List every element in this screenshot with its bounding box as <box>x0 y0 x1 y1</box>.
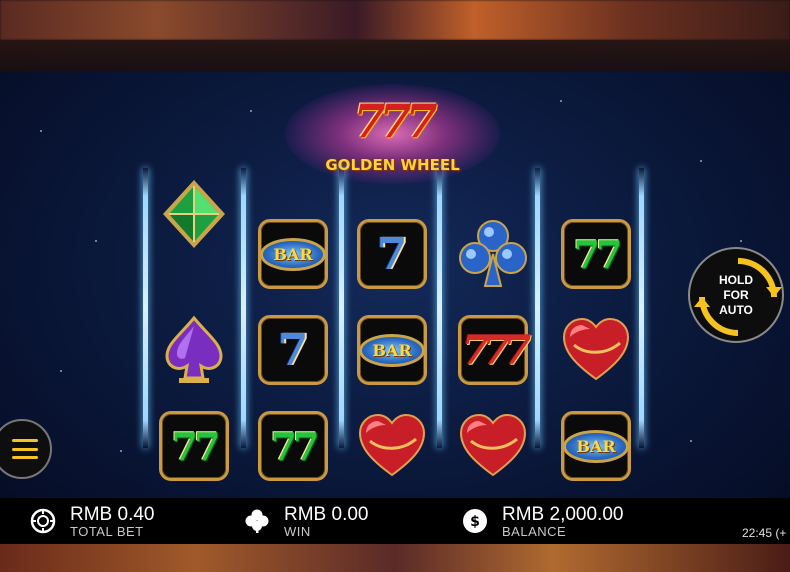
blue-7-text: 7 <box>376 228 408 280</box>
total-bet-display[interactable]: RMB 0.40 TOTAL BET <box>30 498 154 544</box>
total-bet-label: TOTAL BET <box>70 523 144 539</box>
reel-divider <box>639 168 644 448</box>
symbol-frame: 77 <box>561 219 631 289</box>
symbol-bar: BAR <box>557 408 635 484</box>
symbol-green-77: 77 <box>254 408 332 484</box>
star <box>40 130 42 132</box>
win-label: WIN <box>284 523 311 539</box>
green-77-text: 77 <box>171 423 221 469</box>
symbol-red-heart <box>454 408 532 484</box>
symbol-red-heart <box>353 408 431 484</box>
symbol-frame: 777 <box>458 315 531 385</box>
hold-label-line1: HOLD <box>719 272 753 287</box>
svg-text:$: $ <box>470 514 480 530</box>
symbol-red-heart <box>557 312 635 388</box>
blue-club-icon <box>459 220 527 287</box>
logo-sevens: 777 <box>353 94 437 148</box>
star <box>560 100 562 102</box>
symbol-green-77: 77 <box>557 216 635 292</box>
reel-divider <box>535 168 540 448</box>
logo-title: GOLDEN WHEEL <box>325 156 460 174</box>
symbol-green-diamond <box>155 176 233 252</box>
chip-icon <box>30 508 56 534</box>
hold-for-auto-button[interactable]: HOLD FOR AUTO <box>688 247 784 343</box>
star <box>60 370 62 372</box>
star <box>95 240 97 242</box>
balance-label: BALANCE <box>502 523 567 539</box>
red-heart-icon <box>562 317 630 381</box>
hold-label-line2: FOR <box>723 287 749 302</box>
reel-divider <box>437 168 442 448</box>
hold-label-line3: AUTO <box>719 302 753 317</box>
symbol-frame: 77 <box>258 411 328 481</box>
bar-text: BAR <box>359 333 425 367</box>
symbol-frame: 77 <box>159 411 229 481</box>
hold-for-auto-label: HOLD FOR AUTO <box>711 273 761 318</box>
red-heart-icon <box>358 413 426 477</box>
reel-divider <box>143 168 148 448</box>
dollar-coin-icon: $ <box>462 508 488 534</box>
symbol-green-77: 77 <box>155 408 233 484</box>
blue-7-text: 7 <box>277 324 309 376</box>
clover-icon <box>244 508 270 534</box>
purple-spade-icon <box>165 315 223 383</box>
reel-divider <box>241 168 246 448</box>
symbol-frame: 7 <box>258 315 328 385</box>
bar-text: BAR <box>260 237 326 271</box>
background-bottom-blur <box>0 544 790 572</box>
red-777-text: 777 <box>461 326 531 374</box>
clock: 22:45 (+ <box>742 526 787 540</box>
symbol-bar: BAR <box>353 312 431 388</box>
star <box>250 110 252 112</box>
game-stage: 777 GOLDEN WHEEL 77 BAR 7 77 7 BAR 777 7… <box>0 40 790 544</box>
symbol-frame: 7 <box>357 219 427 289</box>
reel-divider <box>339 168 344 448</box>
symbol-frame: BAR <box>561 411 631 481</box>
green-77-text: 77 <box>573 231 623 277</box>
symbol-blue-club <box>454 216 532 292</box>
background-top-blur <box>0 0 790 40</box>
win-display: RMB 0.00 WIN <box>244 498 368 544</box>
green-diamond-icon <box>163 180 225 248</box>
win-value: RMB 0.00 <box>284 503 369 525</box>
hamburger-icon <box>12 439 38 459</box>
game-logo: 777 GOLDEN WHEEL <box>285 76 500 196</box>
balance-display: $ RMB 2,000.00 BALANCE <box>462 498 623 544</box>
symbol-purple-spade <box>155 312 233 388</box>
total-bet-value: RMB 0.40 <box>70 503 155 525</box>
star <box>690 440 692 442</box>
symbol-blue-7: 7 <box>254 312 332 388</box>
balance-value: RMB 2,000.00 <box>502 503 624 525</box>
red-heart-icon <box>459 413 527 477</box>
symbol-red-777: 777 <box>454 312 532 388</box>
stage-top-band <box>0 40 790 72</box>
star <box>120 450 122 452</box>
status-bar: RMB 0.40 TOTAL BET RMB 0.00 WIN $ RMB 2,… <box>0 498 790 544</box>
star <box>700 160 702 162</box>
bar-text: BAR <box>563 429 629 463</box>
symbol-frame: BAR <box>357 315 427 385</box>
star <box>740 240 742 242</box>
symbol-blue-7: 7 <box>353 216 431 292</box>
symbol-bar: BAR <box>254 216 332 292</box>
symbol-frame: BAR <box>258 219 328 289</box>
green-77-text: 77 <box>270 423 320 469</box>
